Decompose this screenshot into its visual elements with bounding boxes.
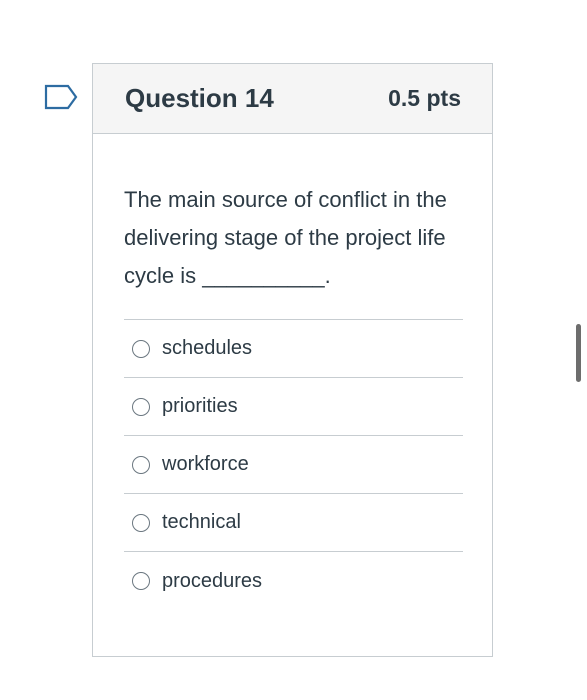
answer-label: procedures (162, 569, 263, 592)
question-card: Question 14 0.5 pts The main source of c… (92, 63, 493, 657)
radio-button[interactable] (132, 339, 150, 358)
answer-list: schedules priorities workforce technical… (124, 319, 463, 610)
answer-label: technical (162, 511, 241, 533)
radio-button[interactable] (132, 513, 150, 532)
answer-option[interactable]: workforce (124, 436, 463, 494)
question-header: Question 14 0.5 pts (93, 64, 492, 134)
radio-button[interactable] (132, 455, 150, 474)
answer-label: priorities (162, 395, 238, 417)
scrollbar-thumb[interactable] (576, 324, 581, 382)
question-text: The main source of conflict in the deliv… (124, 187, 447, 288)
answer-label: schedules (162, 337, 253, 359)
radio-button[interactable] (132, 572, 150, 590)
question-body: The main source of conflict in the deliv… (93, 134, 492, 610)
answer-option[interactable]: schedules (124, 320, 463, 378)
answer-option[interactable]: procedures (124, 552, 463, 610)
answer-option[interactable]: technical (124, 494, 463, 552)
answer-option[interactable]: priorities (124, 378, 463, 436)
question-title: Question 14 (125, 83, 274, 113)
answer-label: workforce (162, 453, 249, 475)
question-points: 0.5 pts (388, 85, 461, 111)
quiz-page: Question 14 0.5 pts The main source of c… (0, 0, 587, 700)
radio-button[interactable] (132, 397, 150, 416)
flag-question-icon[interactable] (44, 84, 78, 110)
